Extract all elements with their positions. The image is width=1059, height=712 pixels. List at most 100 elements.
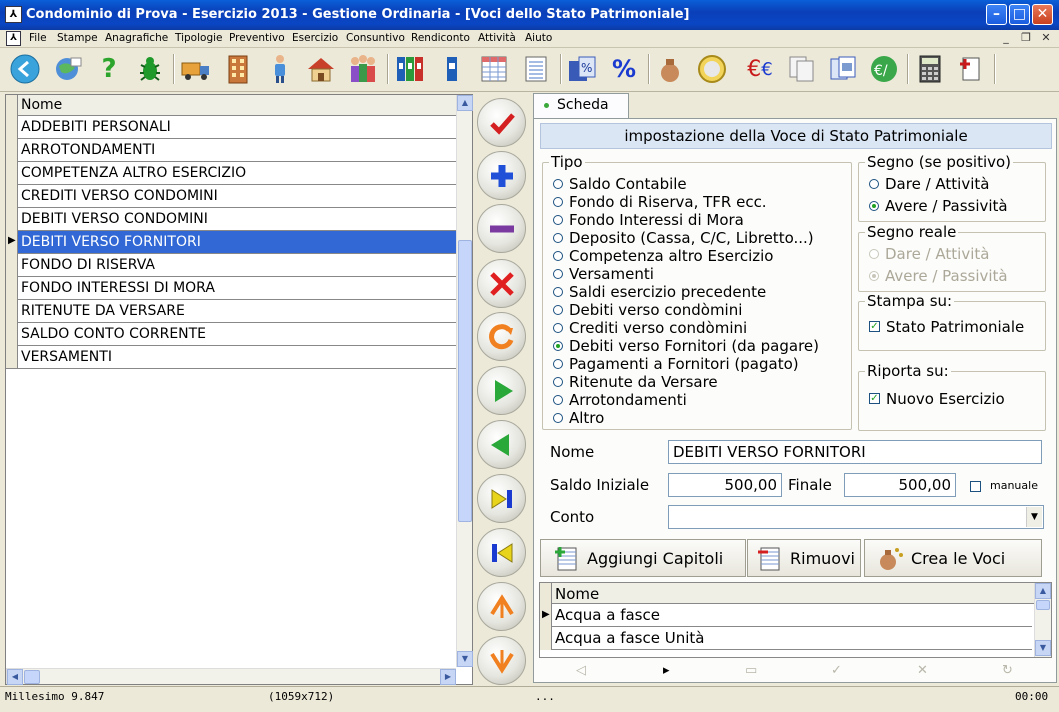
tipo-radio-10[interactable]: Pagamenti a Fornitori (pagato) [553,355,799,373]
refresh-button[interactable] [477,312,526,361]
tipo-radio-6[interactable]: Saldi esercizio precedente [553,283,766,301]
prior-button[interactable] [477,420,526,469]
capitoli-header[interactable]: Nome [540,583,1034,604]
pages-icon[interactable] [827,53,859,85]
table-row[interactable]: CREDITI VERSO CONDOMINI [18,185,456,208]
move-up-button[interactable] [477,582,526,631]
capitoli-header-nome[interactable]: Nome [555,585,599,603]
capitoli-vscrollbar[interactable]: ▲ ▼ [1034,583,1051,657]
mdi-app-icon[interactable]: ⅄ [6,31,21,46]
list-item[interactable]: Acqua a fasce [552,604,1032,627]
tipo-radio-9[interactable]: Debiti verso Fornitori (da pagare) [553,337,819,355]
cancel-button[interactable] [477,259,526,308]
tipo-radio-2[interactable]: Fondo Interessi di Mora [553,211,744,229]
next-button[interactable] [477,366,526,415]
person-icon[interactable] [264,53,296,85]
grid-header[interactable]: Nome [6,95,456,116]
table-row[interactable]: ADDEBITI PERSONALI [18,116,456,139]
scroll-down-icon[interactable]: ▼ [457,651,473,667]
menu-file[interactable]: File [29,32,47,44]
table-row[interactable]: COMPETENZA ALTRO ESERCIZIO [18,162,456,185]
back-icon[interactable] [9,53,41,85]
tipo-radio-5[interactable]: Versamenti [553,265,654,283]
binders-icon[interactable] [394,53,426,85]
table-row[interactable]: VERSAMENTI [18,346,456,369]
tab-scheda[interactable]: Scheda [533,93,629,119]
tipo-radio-12[interactable]: Arrotondamenti [553,391,687,409]
grid-vscrollbar[interactable]: ▲ ▼ [456,95,473,667]
table-row[interactable]: ARROTONDAMENTI [18,139,456,162]
menu-stampe[interactable]: Stampe [57,32,98,44]
maximize-button[interactable]: □ [1009,4,1030,25]
nav-post-icon[interactable]: ✓ [831,663,842,678]
table-row[interactable]: DEBITI VERSO CONDOMINI [18,208,456,231]
capitoli-grid[interactable]: Nome ▶ Acqua a fasce Acqua a fasce Unità… [539,582,1052,658]
chevron-down-icon[interactable]: ▼ [1026,507,1042,527]
rimuovi-button[interactable]: Rimuovi [747,539,861,577]
scroll-down-icon[interactable]: ▼ [1035,640,1051,656]
mdi-close-icon[interactable]: ✕ [1038,31,1054,46]
list-item[interactable]: Acqua a fasce Unità [552,627,1032,650]
table-row[interactable]: FONDO INTERESSI DI MORA [18,277,456,300]
mdi-restore-icon[interactable]: ❐ [1018,31,1034,46]
saldo-iniziale-field[interactable]: 500,00 [668,473,782,497]
grid-hscrollbar[interactable]: ◀ ▶ [6,668,456,685]
tipo-radio-11[interactable]: Ritenute da Versare [553,373,718,391]
confirm-button[interactable] [477,98,526,147]
nav-cancel-icon[interactable]: ✕ [917,663,928,678]
menu-tipologie[interactable]: Tipologie [175,32,222,44]
menu-aiuto[interactable]: Aiuto [525,32,552,44]
nav-refresh-icon[interactable]: ↻ [1002,663,1013,678]
segno-dare-radio[interactable]: Dare / Attività [869,175,989,193]
voci-grid[interactable]: Nome ADDEBITI PERSONALI ARROTONDAMENTI C… [5,94,473,685]
help-icon[interactable]: ? [93,53,125,85]
calculator-icon[interactable] [914,53,946,85]
remove-button[interactable] [477,204,526,253]
move-down-button[interactable] [477,636,526,685]
table-row-selected[interactable]: DEBITI VERSO FORNITORI [18,231,456,254]
nav-edit-icon[interactable]: ▭ [745,663,757,678]
tipo-radio-8[interactable]: Crediti verso condòmini [553,319,747,337]
tipo-radio-7[interactable]: Debiti verso condòmini [553,301,742,319]
riporta-checkbox[interactable]: ✓ Nuovo Esercizio [869,390,1005,408]
people-icon[interactable] [347,53,379,85]
tipo-radio-0[interactable]: Saldo Contabile [553,175,687,193]
scroll-up-icon[interactable]: ▲ [457,95,473,111]
first-button[interactable] [477,528,526,577]
table-row[interactable]: RITENUTE DA VERSARE [18,300,456,323]
table-icon[interactable] [478,53,510,85]
tipo-radio-1[interactable]: Fondo di Riserva, TFR ecc. [553,193,767,211]
binder-icon[interactable] [436,53,468,85]
percent-icon[interactable]: % [608,53,640,85]
finale-field[interactable]: 500,00 [844,473,956,497]
minimize-button[interactable]: – [986,4,1007,25]
nav-prior-icon[interactable]: ◁ [576,663,586,678]
app-icon[interactable]: ⅄ [5,6,22,23]
sack-icon[interactable] [654,53,686,85]
table-row[interactable]: FONDO DI RISERVA [18,254,456,277]
house-icon[interactable] [305,53,337,85]
conto-select[interactable] [668,505,1044,529]
aggiungi-capitoli-button[interactable]: Aggiungi Capitoli [540,539,746,577]
grid-header-nome[interactable]: Nome [21,97,62,113]
crea-le-voci-button[interactable]: Crea le Voci [864,539,1042,577]
add-doc-icon[interactable] [954,53,986,85]
scroll-thumb[interactable] [458,240,472,522]
copy-icon[interactable] [786,53,818,85]
tipo-radio-3[interactable]: Deposito (Cassa, C/C, Libretto...) [553,229,814,247]
menu-rendiconto[interactable]: Rendiconto [411,32,470,44]
segno-avere-radio[interactable]: Avere / Passività [869,197,1008,215]
nav-next-icon[interactable]: ▸ [663,663,670,678]
menu-preventivo[interactable]: Preventivo [229,32,285,44]
manuale-checkbox[interactable] [970,481,981,492]
scroll-left-icon[interactable]: ◀ [7,669,23,685]
euro-coin-icon[interactable] [696,53,728,85]
stampa-checkbox[interactable]: ✓ Stato Patrimoniale [869,318,1024,336]
mdi-minimize-icon[interactable]: _ [998,31,1014,46]
last-button[interactable] [477,474,526,523]
bug-icon[interactable] [134,53,166,85]
menu-anagrafiche[interactable]: Anagrafiche [105,32,168,44]
menu-consuntivo[interactable]: Consuntivo [346,32,405,44]
tipo-radio-13[interactable]: Altro [553,409,604,427]
list-icon[interactable] [520,53,552,85]
